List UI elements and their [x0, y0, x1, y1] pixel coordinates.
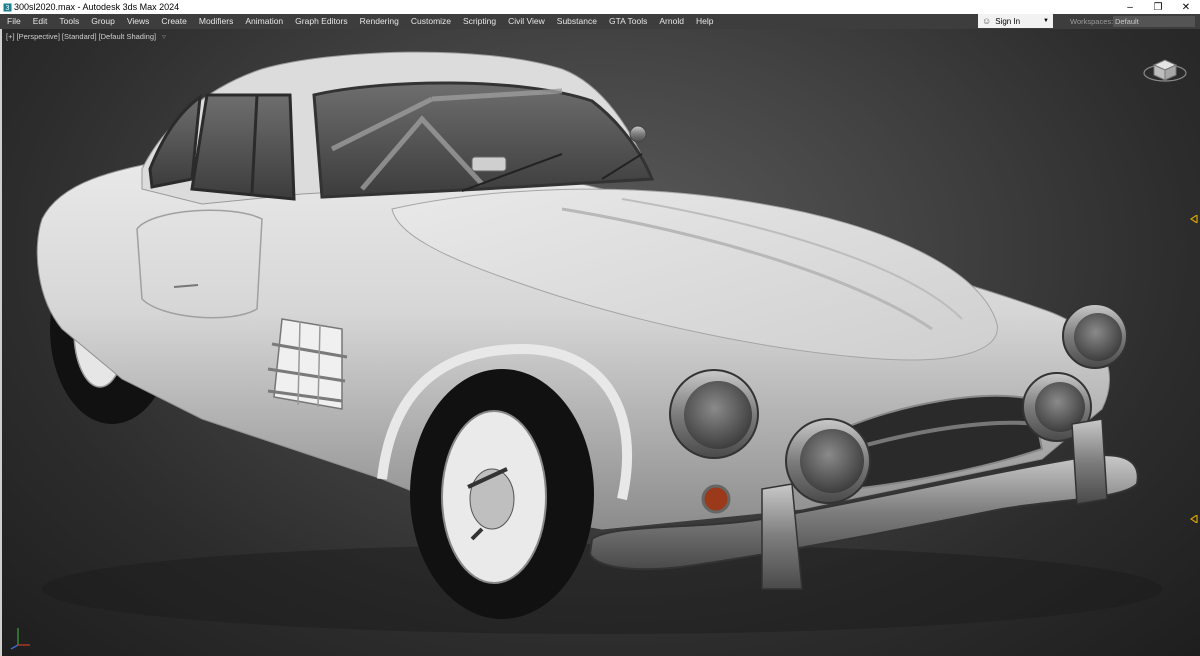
menu-rendering[interactable]: Rendering: [354, 14, 405, 29]
menu-gta-tools[interactable]: GTA Tools: [603, 14, 653, 29]
menu-edit[interactable]: Edit: [27, 14, 54, 29]
menu-animation[interactable]: Animation: [239, 14, 289, 29]
timeline-marker-icon: [1190, 215, 1198, 223]
window-title: 300sl2020.max - Autodesk 3ds Max 2024: [14, 2, 180, 12]
sign-in-dropdown[interactable]: ☺ Sign In ▼: [978, 14, 1053, 28]
menu-graph-editors[interactable]: Graph Editors: [289, 14, 353, 29]
menu-views[interactable]: Views: [121, 14, 156, 29]
perspective-viewport[interactable]: [+] [Perspective] [Standard] [Default Sh…: [0, 29, 1200, 656]
menu-civil-view[interactable]: Civil View: [502, 14, 551, 29]
chevron-down-icon: ▼: [1043, 18, 1049, 24]
user-icon: ☺: [982, 16, 992, 26]
viewport-point-of-view-menu[interactable]: [Perspective]: [17, 32, 60, 41]
menu-tools[interactable]: Tools: [53, 14, 85, 29]
menu-substance[interactable]: Substance: [551, 14, 603, 29]
menu-modifiers[interactable]: Modifiers: [193, 14, 239, 29]
viewport-label-menu[interactable]: [+] [Perspective] [Standard] [Default Sh…: [6, 32, 166, 41]
viewport-standard-menu[interactable]: [Standard]: [62, 32, 97, 41]
menu-arnold[interactable]: Arnold: [653, 14, 690, 29]
menu-scripting[interactable]: Scripting: [457, 14, 502, 29]
menu-file[interactable]: File: [0, 14, 27, 29]
viewcube-icon[interactable]: [1142, 51, 1188, 85]
menu-group[interactable]: Group: [85, 14, 121, 29]
front-wheel: [410, 369, 594, 619]
workspaces-label: Workspaces:: [1070, 17, 1114, 26]
menu-create[interactable]: Create: [155, 14, 193, 29]
viewport-shading-menu[interactable]: [Default Shading]: [99, 32, 157, 41]
menu-customize[interactable]: Customize: [405, 14, 457, 29]
turn-signal: [701, 484, 731, 514]
side-window: [190, 93, 296, 201]
axis-tripod-icon: [10, 628, 30, 650]
viewport-general-menu[interactable]: [+]: [6, 32, 15, 41]
rear-side-window: [148, 93, 202, 189]
title-bar: 3 300sl2020.max - Autodesk 3ds Max 2024 …: [0, 0, 1200, 14]
headlight-left: [669, 369, 759, 459]
minimize-icon[interactable]: –: [1116, 0, 1144, 14]
filter-icon[interactable]: ▿: [162, 32, 166, 41]
app-icon: 3: [2, 2, 12, 12]
car-model[interactable]: [2, 29, 1200, 656]
menu-help[interactable]: Help: [690, 14, 719, 29]
timeline-marker-icon: [1190, 515, 1198, 523]
fog-lamp-left: [785, 418, 871, 504]
svg-text:3: 3: [5, 5, 9, 12]
sign-in-label: Sign In: [995, 16, 1021, 26]
headlight-right: [1062, 303, 1128, 369]
restore-icon[interactable]: ❐: [1144, 0, 1172, 14]
close-icon[interactable]: ✕: [1172, 0, 1200, 14]
workspace-select[interactable]: Default: [1113, 16, 1195, 27]
